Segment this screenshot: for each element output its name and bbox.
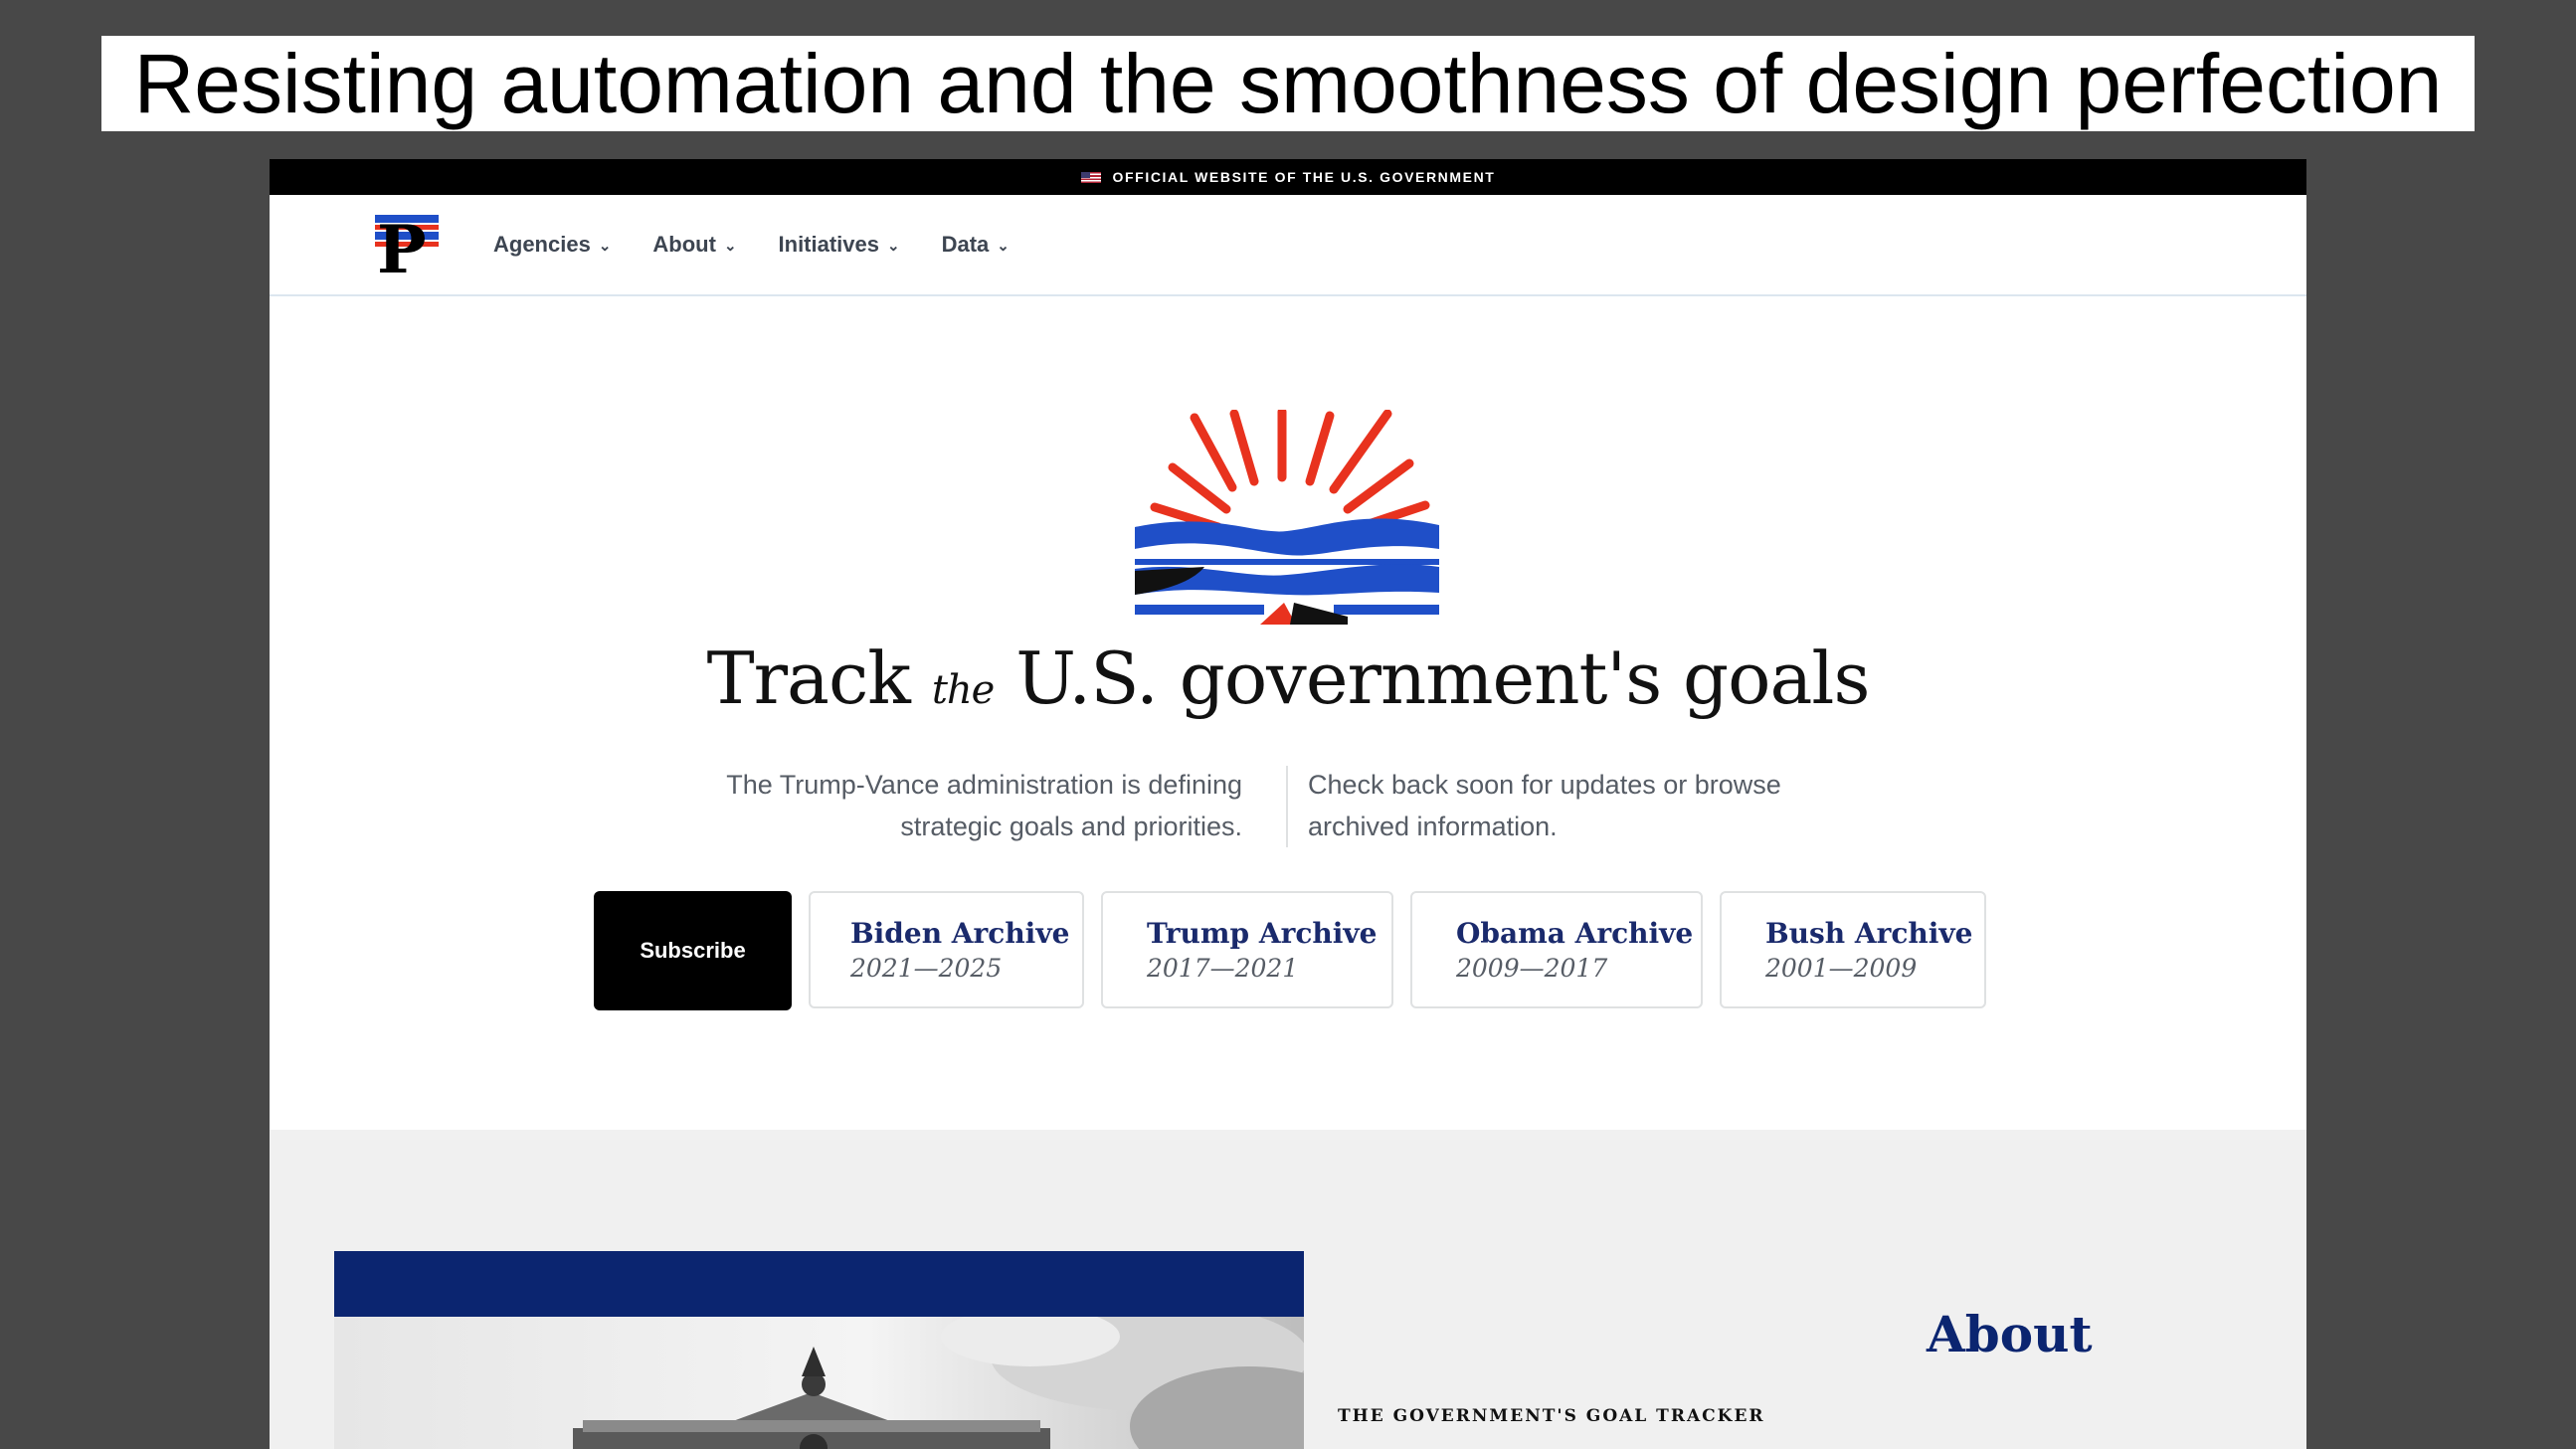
archive-years: 2021—2025 [850,954,1003,983]
desc-right-line1: Check back soon for updates or browse [1308,770,1781,800]
chevron-down-icon: ⌄ [723,238,737,255]
about-section: About THE GOVERNMENT'S GOAL TRACKER [270,1130,2306,1449]
hero-section: Track the U.S. government's goals The Tr… [270,296,2306,1132]
nav-item-label: Agencies [493,232,591,257]
hero-button-row: Subscribe Biden Archive 2021—2025 Trump … [594,891,1986,1010]
government-building-photo [334,1317,1304,1449]
archive-years: 2009—2017 [1456,954,1608,983]
chevron-down-icon: ⌄ [887,238,900,255]
archive-years: 2017—2021 [1147,954,1299,983]
nav-item-data[interactable]: Data ⌄ [942,232,1010,258]
gov-banner: OFFICIAL WEBSITE OF THE U.S. GOVERNMENT [270,159,2306,195]
archive-name: Bush Archive [1765,917,1973,950]
chevron-down-icon: ⌄ [598,238,612,255]
subscribe-button[interactable]: Subscribe [594,891,792,1010]
browser-viewport: OFFICIAL WEBSITE OF THE U.S. GOVERNMENT … [270,159,2306,1449]
nav-item-label: Initiatives [778,232,879,257]
archive-button-bush[interactable]: Bush Archive 2001—2009 [1720,891,1986,1008]
building-photo-card [334,1251,1304,1449]
nav-item-about[interactable]: About ⌄ [652,232,736,258]
archive-button-trump[interactable]: Trump Archive 2017—2021 [1101,891,1393,1008]
hero-description-right: Check back soon for updates or browse ar… [1308,764,1905,847]
hero-title: Track the U.S. government's goals [270,636,2306,720]
svg-text:P: P [377,211,427,276]
nav-menu: Agencies ⌄ About ⌄ Initiatives ⌄ Data ⌄ [493,195,1051,294]
archive-name: Obama Archive [1456,917,1694,950]
desc-left-line2: strategic goals and priorities. [900,812,1242,841]
chevron-down-icon: ⌄ [997,238,1010,255]
gov-banner-text: OFFICIAL WEBSITE OF THE U.S. GOVERNMENT [1112,169,1496,185]
sunrise-hero-icon [1135,410,1439,625]
slide-title: Resisting automation and the smoothness … [101,36,2475,131]
us-flag-icon [1080,171,1101,183]
desc-left-line1: The Trump-Vance administration is defini… [726,770,1242,800]
nav-item-label: About [652,232,716,257]
archive-name: Biden Archive [850,917,1070,950]
description-divider [1286,766,1288,847]
top-nav: P Agencies ⌄ About ⌄ Initiatives ⌄ Data … [270,195,2306,296]
goal-tracker-eyebrow: THE GOVERNMENT'S GOAL TRACKER [1338,1406,1765,1426]
about-heading: About [1927,1305,2093,1363]
nav-item-initiatives[interactable]: Initiatives ⌄ [779,232,900,258]
desc-right-line2: archived information. [1308,812,1558,841]
hero-description-left: The Trump-Vance administration is defini… [645,764,1242,847]
nav-item-label: Data [941,232,990,257]
archive-years: 2001—2009 [1765,954,1918,983]
photo-card-header [334,1251,1304,1317]
nav-item-agencies[interactable]: Agencies ⌄ [493,232,611,258]
archive-button-biden[interactable]: Biden Archive 2021—2025 [809,891,1084,1008]
performance-gov-logo-icon[interactable]: P [371,211,443,276]
hero-title-the: the [931,667,996,713]
hero-title-track: Track [706,636,911,720]
archive-button-obama[interactable]: Obama Archive 2009—2017 [1410,891,1703,1008]
hero-title-goals: U.S. government's goals [1015,636,1870,720]
archive-name: Trump Archive [1147,917,1378,950]
